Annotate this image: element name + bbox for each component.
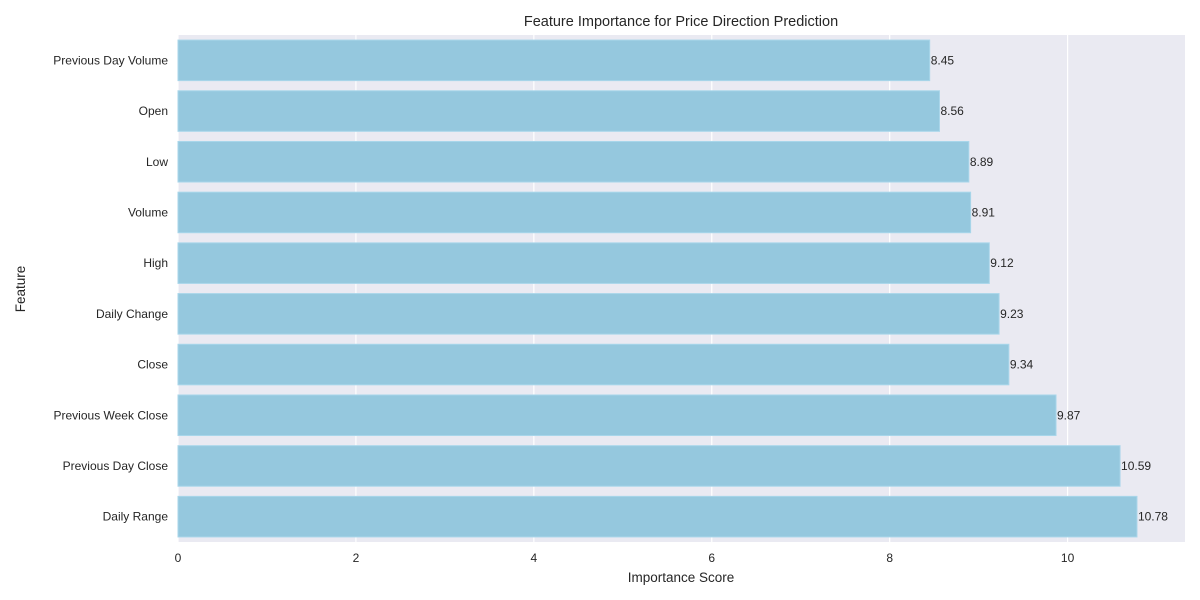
y-tick-label: Open [139,104,168,118]
data-label: 9.34 [1010,358,1034,372]
bar [177,191,972,234]
y-tick-label: Low [146,155,168,169]
data-label: 9.87 [1057,408,1081,422]
bar [177,495,1138,538]
x-tick-label: 6 [708,551,715,565]
data-label: 10.59 [1121,459,1151,473]
y-tick-label: Daily Range [103,510,169,524]
data-label: 8.91 [972,205,996,219]
bar [177,242,990,284]
data-label: 9.23 [1000,307,1024,321]
y-tick-label: Close [137,358,168,372]
y-tick-label: Previous Day Close [63,459,169,473]
data-label: 9.12 [990,256,1014,270]
x-tick-label: 0 [175,551,182,565]
bar [177,90,940,132]
y-tick-labels: Previous Day Volume Open Low Volume High Dail… [53,53,168,523]
x-tick-label: 2 [353,551,360,565]
data-label: 10.78 [1138,510,1168,524]
x-tick-label: 10 [1061,551,1075,565]
chart-title: Feature Importance for Price Direction P… [524,14,838,30]
data-label: 8.89 [970,155,994,169]
x-tick-labels: 0 2 4 6 8 10 [175,551,1075,565]
data-label: 8.45 [931,53,955,67]
y-tick-label: Previous Week Close [54,408,169,422]
x-tick-label: 8 [886,551,893,565]
y-tick-label: Daily Change [96,307,168,321]
bar [177,394,1057,437]
bar [177,39,931,82]
bar [177,445,1121,487]
x-tick-label: 4 [530,551,537,565]
y-axis-label: Feature [13,266,28,313]
bar [177,343,1010,386]
x-axis-label: Importance Score [628,570,735,585]
y-tick-label: Volume [128,205,168,219]
bar [177,140,970,183]
data-label: 8.56 [940,104,964,118]
y-tick-label: Previous Day Volume [53,53,168,67]
bar [177,293,1000,335]
y-tick-label: High [143,256,168,270]
bar-chart: 8.45 8.56 8.89 8.91 9.12 9.23 9.34 9.87 10.59 10.… [13,14,1185,585]
